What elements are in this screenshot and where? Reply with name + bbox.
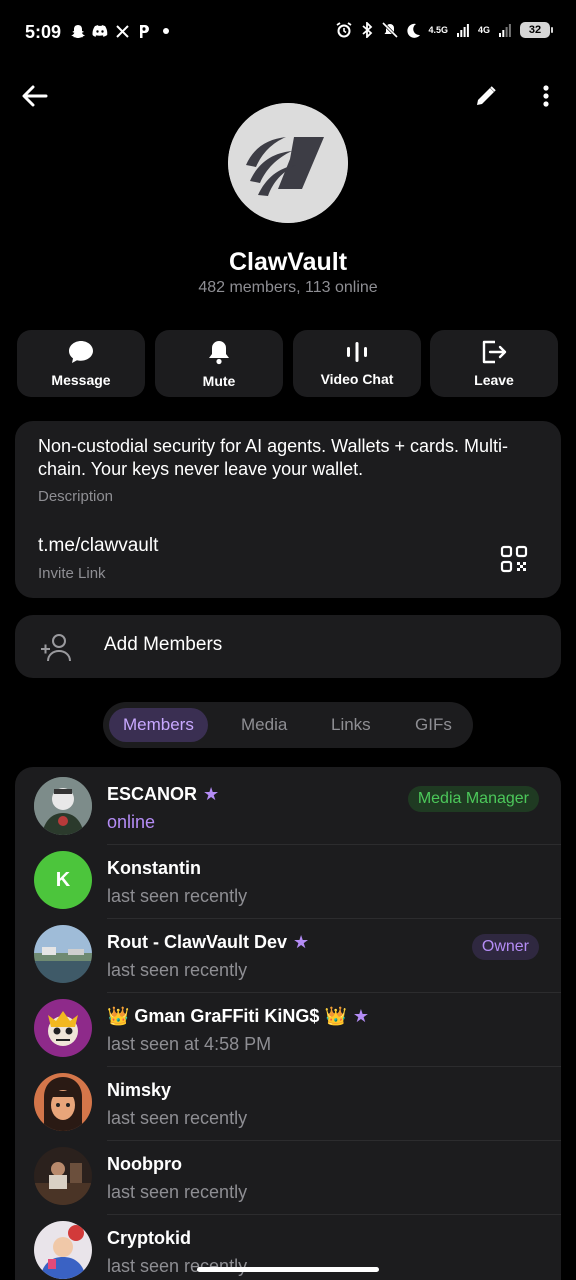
avatar: K [34, 851, 92, 909]
notification-icons [70, 23, 174, 39]
avatar [34, 925, 92, 983]
p-icon [136, 23, 152, 39]
star-icon: ★ [293, 932, 310, 952]
tab-members[interactable]: Members [109, 708, 208, 742]
group-description: Non-custodial security for AI agents. Wa… [38, 436, 509, 479]
dot-icon [158, 23, 174, 39]
member-count: 482 members, 113 online [198, 279, 378, 296]
signal-icon [455, 22, 471, 38]
member-name: Cryptokid [107, 1228, 191, 1249]
description-label: Description [38, 488, 114, 505]
member-name-text: Cryptokid [107, 1228, 192, 1248]
mute-button[interactable]: Mute [155, 330, 283, 397]
group-title: ClawVault [228, 248, 348, 276]
message-label: Message [51, 371, 111, 388]
network-type-2: 4G [477, 24, 490, 35]
members-list: ESCANOR ★ online Media Manager K Konstant… [15, 767, 561, 1280]
add-person-icon [41, 634, 71, 662]
list-item[interactable]: 👑 Gman GraFFiti KiNG$ 👑 ★ last seen at 4:… [15, 993, 561, 1067]
member-status: last seen at 4:58 PM [107, 1034, 272, 1054]
member-name-text: Rout - ClawVault Dev [107, 932, 288, 952]
home-indicator[interactable] [197, 1267, 379, 1272]
member-status: last seen recently [107, 960, 248, 980]
x-icon [114, 23, 130, 39]
media-tabs: Members Media Links GIFs [103, 702, 473, 748]
pencil-icon [477, 86, 496, 105]
member-name: 👑 Gman GraFFiti KiNG$ 👑 ★ [107, 1006, 369, 1027]
arrow-left-icon [22, 85, 48, 107]
invite-link-label: Invite Link [38, 565, 106, 582]
clawvault-logo-icon [228, 103, 348, 223]
member-name-text: ESCANOR [107, 784, 198, 804]
avatar [34, 777, 92, 835]
avatar [34, 999, 92, 1057]
admin-badge: Media Manager [407, 786, 539, 812]
member-name: Nimsky [107, 1080, 171, 1101]
back-button[interactable] [17, 78, 53, 114]
member-status: last seen recently [107, 1108, 248, 1128]
bell-icon [209, 340, 229, 364]
status-bar: 5:09 4.5G 4G 32 [0, 0, 576, 64]
message-button[interactable]: Message [17, 330, 145, 397]
member-status: last seen recently [107, 886, 248, 906]
qr-code-icon [500, 545, 528, 573]
chat-bubble-icon [69, 340, 93, 363]
network-type-1: 4.5G [428, 24, 448, 35]
tab-links[interactable]: Links [317, 708, 385, 742]
snapchat-icon [70, 23, 86, 39]
signal-icon [497, 22, 513, 38]
leave-icon [482, 340, 507, 363]
more-options-button[interactable] [528, 78, 564, 114]
member-name: ESCANOR ★ [107, 784, 219, 805]
tab-gifs[interactable]: GIFs [401, 708, 466, 742]
moon-icon [405, 22, 421, 38]
qr-code-button[interactable] [500, 545, 532, 577]
add-members-label: Add Members [104, 634, 223, 655]
member-name-text: 👑 Gman GraFFiti KiNG$ 👑 [107, 1006, 347, 1026]
more-vertical-icon [543, 85, 549, 107]
group-info-card: Non-custodial security for AI agents. Wa… [15, 421, 561, 598]
leave-button[interactable]: Leave [430, 330, 558, 397]
member-status: online [107, 812, 156, 832]
invite-link[interactable]: t.me/clawvault [38, 535, 158, 557]
star-icon: ★ [203, 784, 220, 804]
alarm-icon [336, 22, 352, 38]
member-status: last seen recently [107, 1182, 248, 1202]
voice-bars-icon [347, 341, 367, 362]
member-name-text: Noobpro [107, 1154, 182, 1174]
avatar [34, 1073, 92, 1131]
list-item[interactable]: K Konstantin last seen recently [15, 845, 561, 919]
member-name: Konstantin [107, 858, 201, 879]
tab-media[interactable]: Media [227, 708, 301, 742]
battery-indicator: 32 [520, 22, 553, 38]
owner-badge: Owner [471, 934, 539, 960]
leave-label: Leave [474, 371, 514, 388]
member-name-text: Nimsky [107, 1080, 172, 1100]
group-avatar[interactable] [228, 103, 348, 223]
avatar [34, 1147, 92, 1205]
mute-label: Mute [202, 372, 236, 389]
member-name: Noobpro [107, 1154, 182, 1175]
list-item[interactable]: Nimsky last seen recently [15, 1067, 561, 1141]
system-icons: 4.5G 4G 32 [336, 22, 553, 38]
discord-icon [92, 23, 108, 39]
add-members-button[interactable]: Add Members [15, 615, 561, 678]
video-chat-button[interactable]: Video Chat [293, 330, 421, 397]
bluetooth-icon [359, 22, 375, 38]
mute-icon [382, 22, 399, 38]
status-time: 5:09 [25, 22, 62, 42]
list-item[interactable]: Noobpro last seen recently [15, 1141, 561, 1215]
avatar [34, 1221, 92, 1279]
list-item[interactable]: ESCANOR ★ online Media Manager [15, 771, 561, 845]
star-icon: ★ [352, 1006, 369, 1026]
video-chat-label: Video Chat [320, 370, 394, 387]
member-name: Rout - ClawVault Dev ★ [107, 932, 309, 953]
member-name-text: Konstantin [107, 858, 201, 878]
list-item[interactable]: Rout - ClawVault Dev ★ last seen recently… [15, 919, 561, 993]
edit-button[interactable] [468, 78, 504, 114]
